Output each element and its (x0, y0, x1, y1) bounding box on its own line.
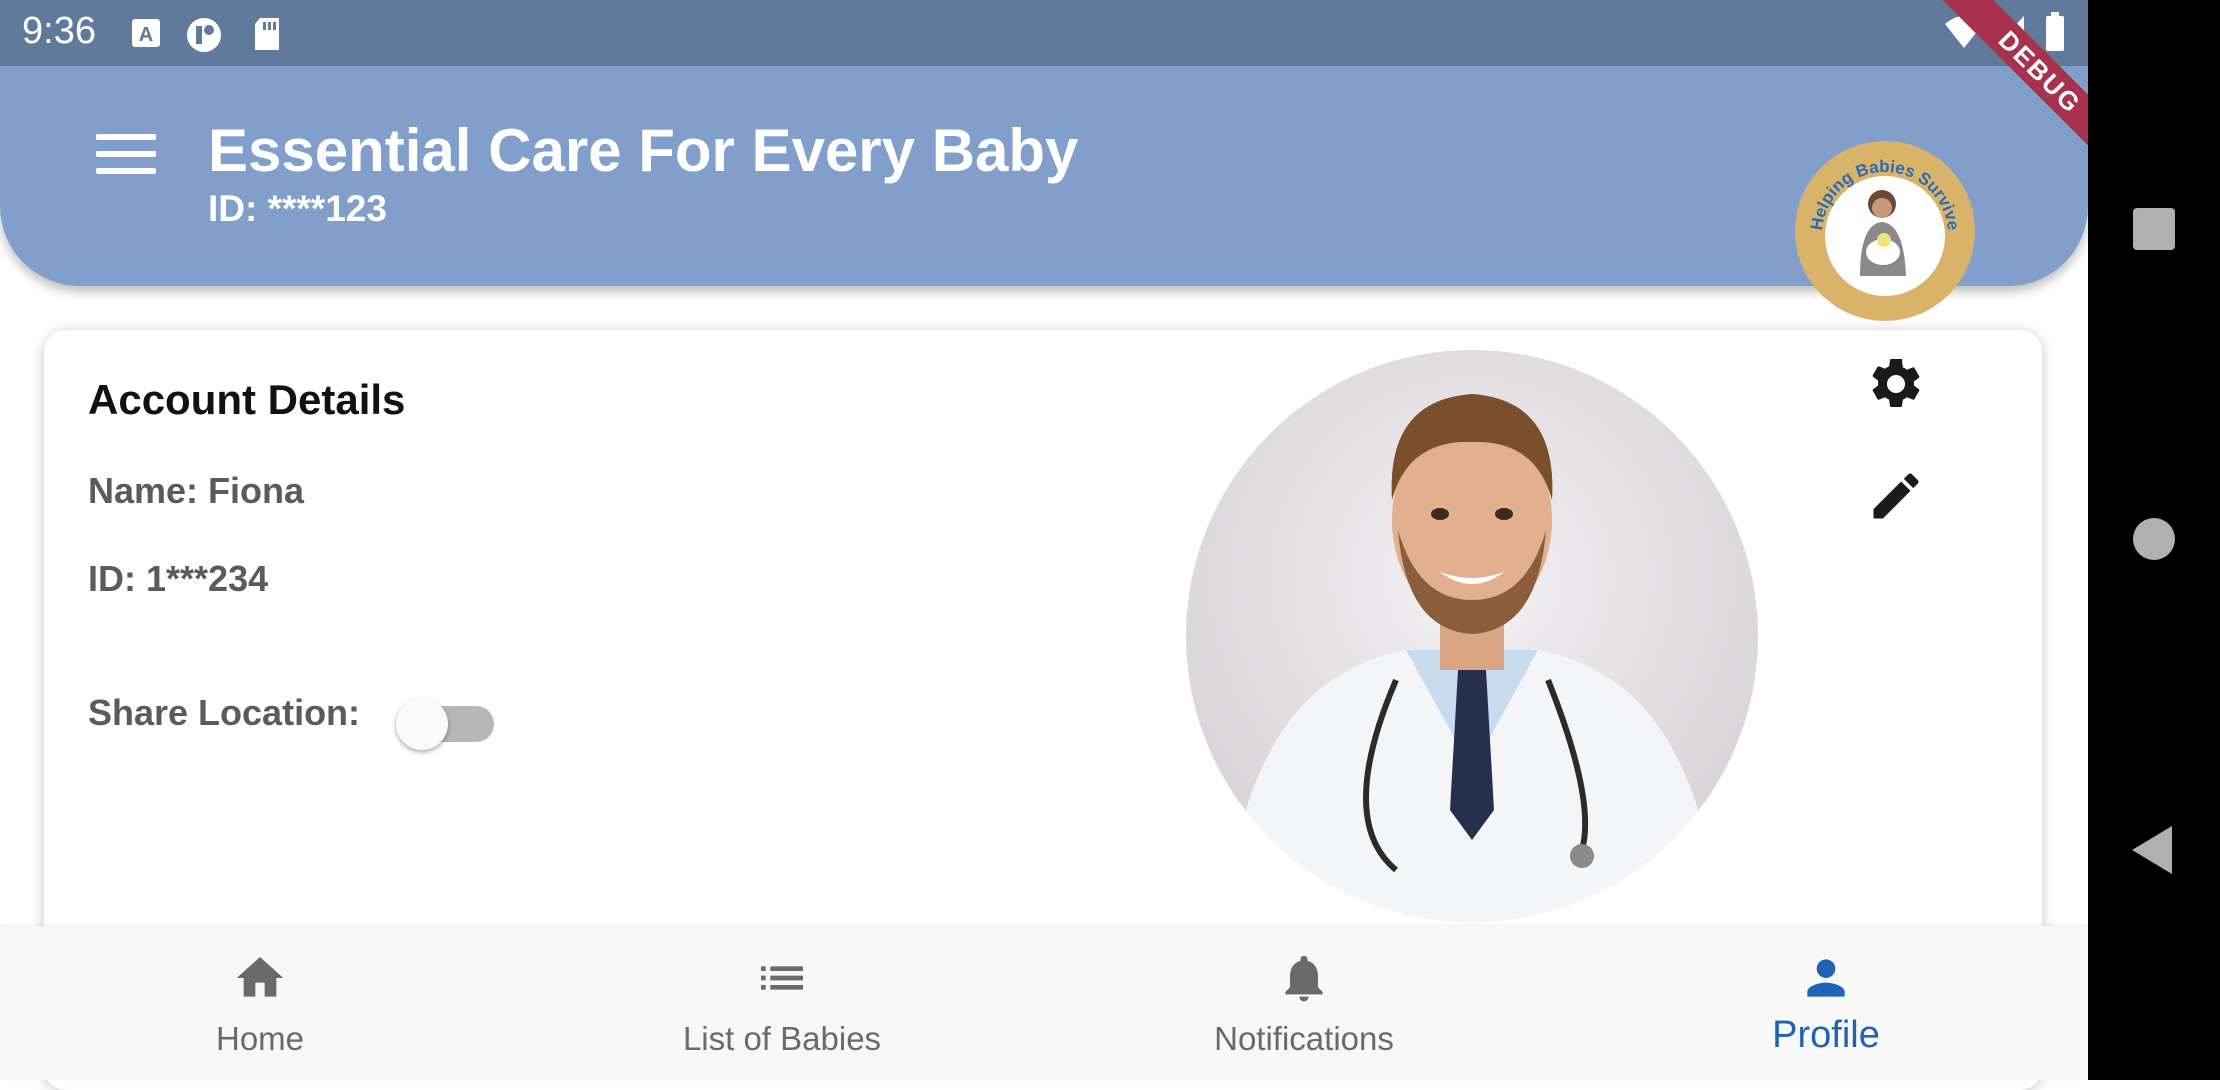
bottom-navigation: Home List of Babies Notifications Profil… (0, 926, 2088, 1080)
pencil-icon[interactable] (1866, 466, 1926, 526)
sd-card-icon (255, 18, 279, 50)
account-id: ID: 1***234 (88, 558, 269, 599)
app-title: Essential Care For Every Baby (208, 117, 1079, 184)
gear-icon[interactable] (1866, 354, 1926, 414)
helping-babies-survive-logo[interactable]: Helping Babies Survive (1794, 140, 1976, 322)
share-location-label: Share Location: (88, 692, 361, 733)
nav-home-label: Home (215, 1020, 305, 1057)
back-icon[interactable] (2132, 826, 2172, 874)
nav-list-of-babies[interactable]: List of Babies (632, 926, 932, 1080)
nav-profile[interactable]: Profile (1676, 926, 1976, 1080)
nav-list-of-babies-label: List of Babies (682, 1020, 882, 1057)
nav-notifications-label: Notifications (1214, 1020, 1394, 1057)
status-time: 9:36 (22, 10, 96, 52)
bell-icon (1285, 955, 1323, 1002)
nav-profile-label: Profile (1772, 1014, 1880, 1056)
card-title: Account Details (88, 376, 406, 423)
svg-text:A: A (139, 24, 153, 46)
app-circle-icon (187, 18, 221, 52)
list-icon (761, 966, 803, 990)
keyboard-a-icon: A (132, 19, 160, 47)
app-bar: Essential Care For Every Baby ID: ****12… (0, 66, 2088, 321)
app-subtitle: ID: ****123 (208, 188, 387, 229)
recents-icon[interactable] (2133, 208, 2175, 250)
share-location-toggle[interactable] (396, 692, 500, 750)
person-icon (1807, 959, 1845, 997)
home-icon (236, 957, 284, 997)
home-button-icon[interactable] (2133, 518, 2175, 560)
nav-home[interactable]: Home (110, 926, 410, 1080)
profile-avatar (1186, 350, 1758, 922)
debug-banner: DEBUG (1930, 0, 2088, 158)
system-navigation-bar (2088, 0, 2220, 1080)
account-name: Name: Fiona (88, 470, 305, 511)
hamburger-menu-icon[interactable] (96, 134, 156, 184)
status-bar: 9:36 A (0, 0, 2088, 66)
nav-notifications[interactable]: Notifications (1154, 926, 1454, 1080)
